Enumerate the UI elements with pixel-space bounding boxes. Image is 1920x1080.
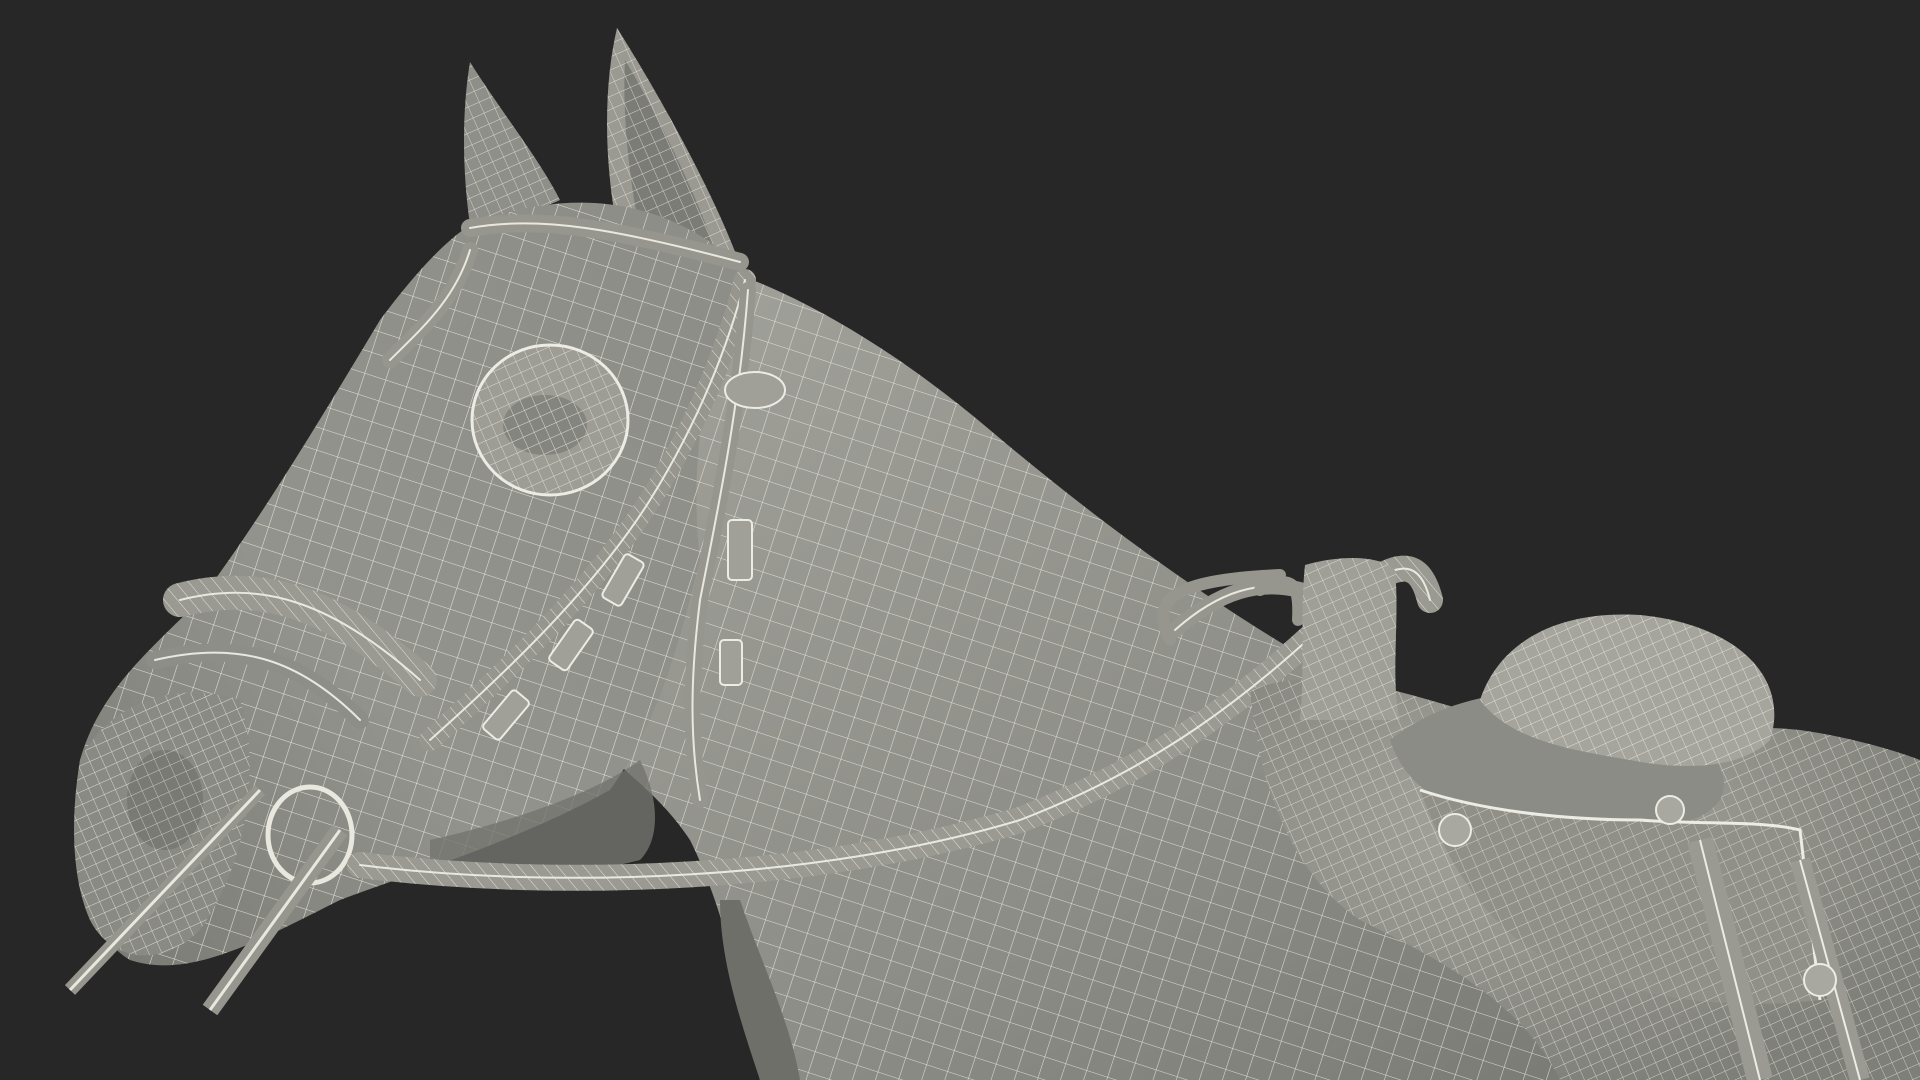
wireframe-render <box>64 28 1920 1080</box>
horse-eye-blinker <box>470 343 630 497</box>
3d-viewport[interactable] <box>0 0 1920 1080</box>
